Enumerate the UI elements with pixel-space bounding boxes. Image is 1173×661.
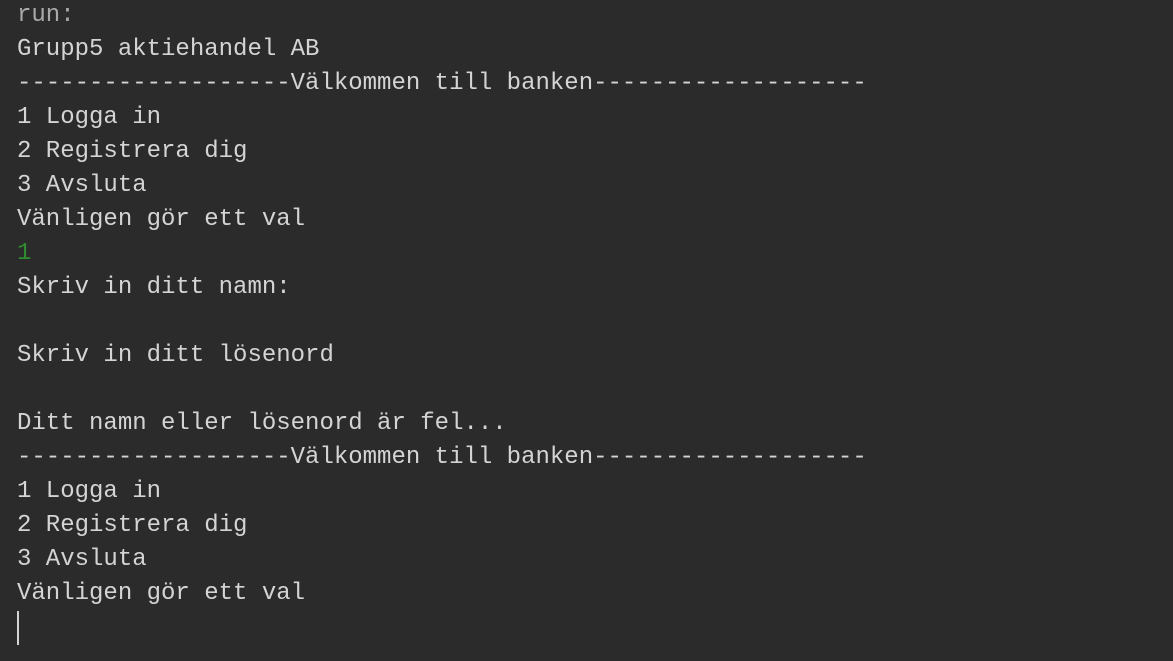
welcome-banner: -------------------Välkommen till banken… (17, 70, 867, 97)
welcome-banner: -------------------Välkommen till banken… (17, 444, 867, 471)
choice-prompt: Vänligen gör ett val (17, 206, 306, 233)
menu-option-register: 2 Registrera dig (17, 138, 248, 165)
choice-prompt: Vänligen gör ett val (17, 580, 306, 607)
app-title-line: Grupp5 aktiehandel AB (17, 36, 320, 63)
login-error-message: Ditt namn eller lösenord är fel... (17, 410, 507, 437)
console-output[interactable]: run: Grupp5 aktiehandel AB -------------… (0, 0, 1173, 660)
text-cursor (17, 611, 19, 645)
name-prompt: Skriv in ditt namn: (17, 274, 291, 301)
menu-option-register: 2 Registrera dig (17, 512, 248, 539)
menu-option-quit: 3 Avsluta (17, 172, 147, 199)
input-line[interactable] (17, 611, 1173, 645)
user-input-echo: 1 (17, 240, 32, 267)
menu-option-quit: 3 Avsluta (17, 546, 147, 573)
password-prompt: Skriv in ditt lösenord (17, 342, 334, 369)
menu-option-login: 1 Logga in (17, 478, 162, 505)
menu-option-login: 1 Logga in (17, 104, 162, 131)
run-label: run: (17, 2, 75, 29)
